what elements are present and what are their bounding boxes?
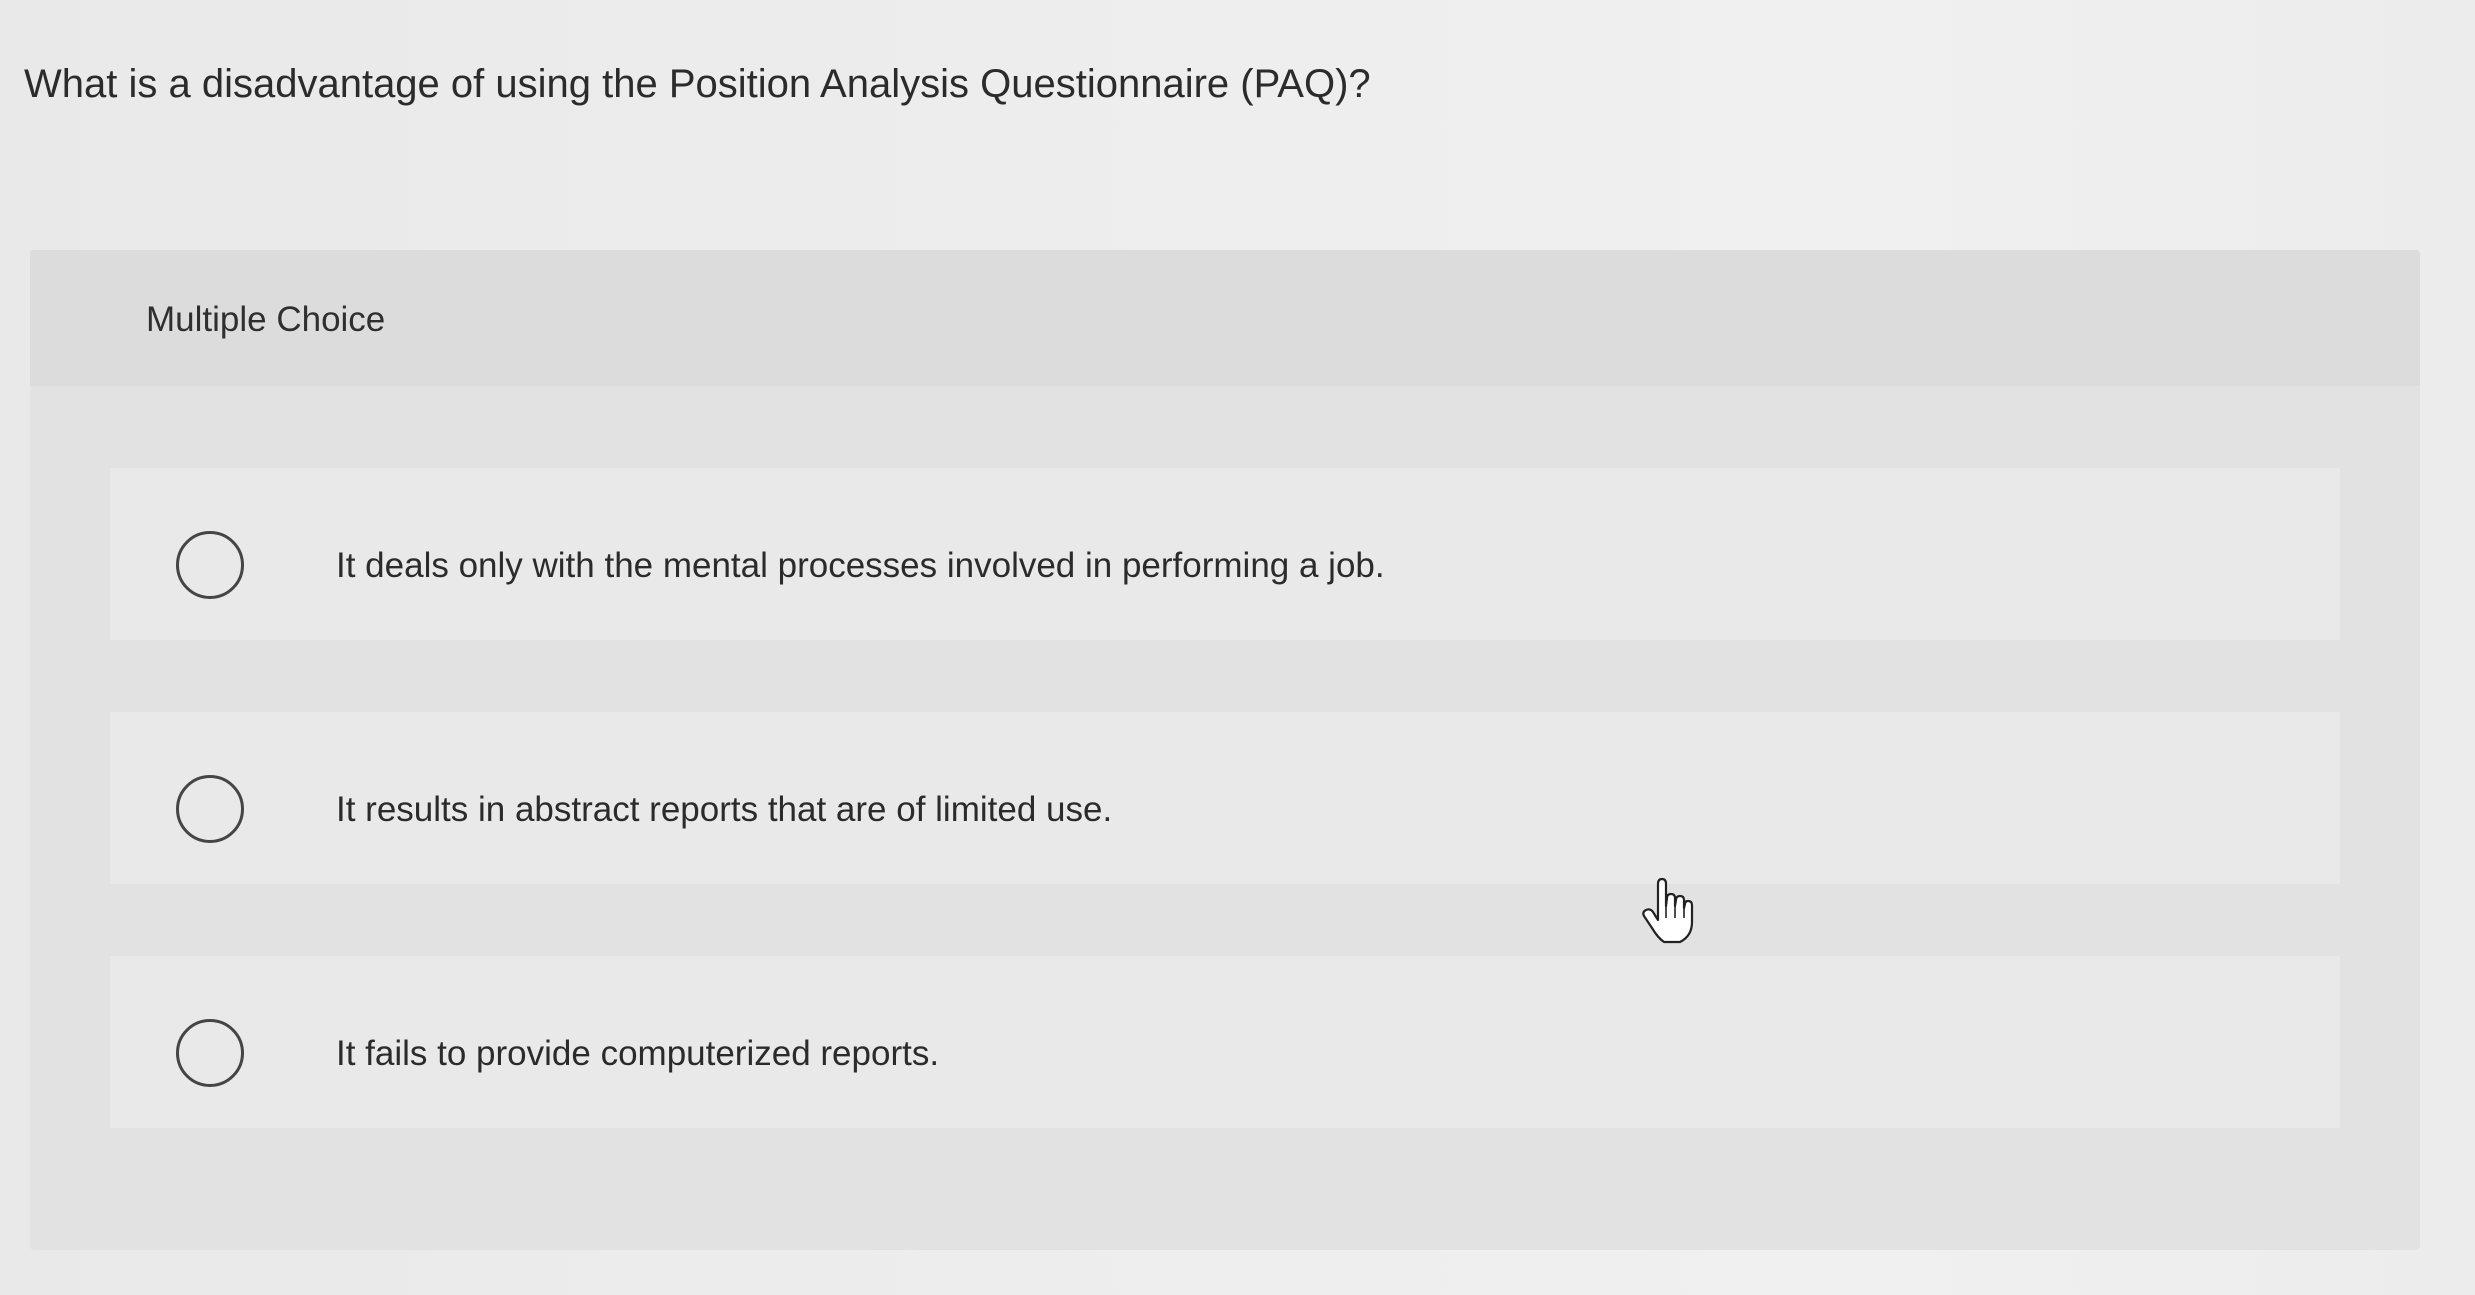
answer-option-label-2: It results in abstract reports that are … [336, 790, 1113, 829]
radio-button-3[interactable] [176, 1019, 244, 1087]
answer-option-1[interactable]: It deals only with the mental processes … [110, 468, 2340, 640]
answer-option-label-1: It deals only with the mental processes … [336, 546, 1385, 585]
answer-option-2[interactable]: It results in abstract reports that are … [110, 712, 2340, 884]
question-type-label: Multiple Choice [146, 300, 386, 339]
multiple-choice-panel: Multiple Choice It deals only with the m… [30, 250, 2420, 1250]
radio-button-1[interactable] [176, 531, 244, 599]
answer-option-label-3: It fails to provide computerized reports… [336, 1034, 940, 1073]
radio-button-2[interactable] [176, 775, 244, 843]
panel-header: Multiple Choice [30, 250, 2420, 386]
hand-pointer-icon [1642, 877, 1694, 944]
answer-option-3[interactable]: It fails to provide computerized reports… [110, 956, 2340, 1128]
question-text: What is a disadvantage of using the Posi… [24, 62, 1371, 106]
